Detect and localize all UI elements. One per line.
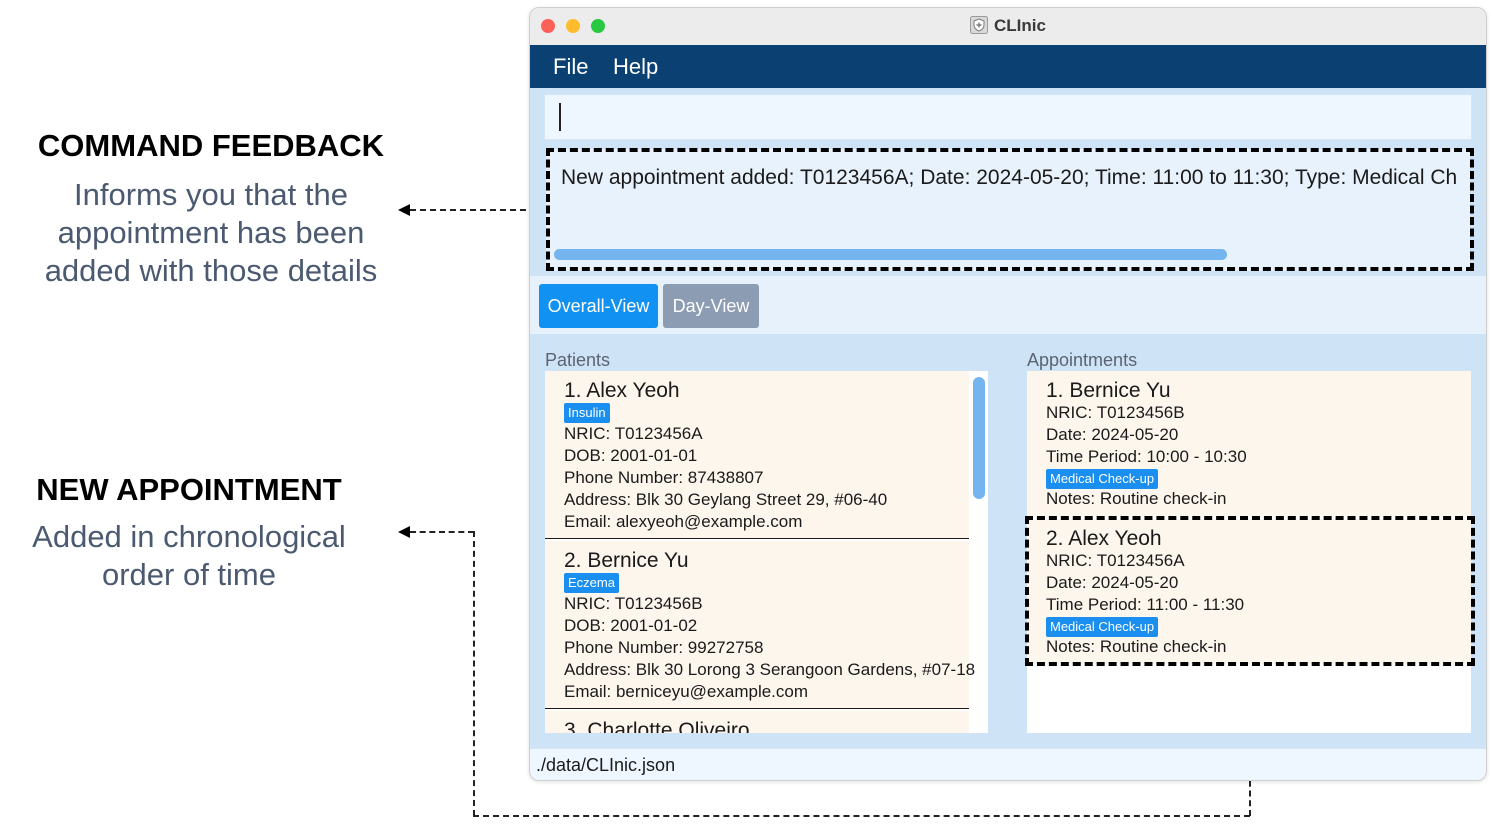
patient-card[interactable]: 2. Bernice Yu Eczema NRIC: T0123456B DOB…	[545, 541, 975, 709]
data-file-path: ./data/CLInic.json	[536, 755, 676, 775]
menu-bar: File Help	[530, 45, 1486, 88]
patients-panel-label: Patients	[545, 350, 611, 370]
patient-name: 2. Bernice Yu	[564, 549, 689, 572]
patients-list[interactable]: 1. Alex Yeoh Insulin NRIC: T0123456A DOB…	[545, 371, 988, 733]
appointment-nric: NRIC: T0123456B	[1046, 403, 1185, 422]
new-appointment-highlight-frame	[1025, 516, 1475, 666]
appointment-date: Date: 2024-05-20	[1046, 425, 1179, 444]
patient-phone: Phone Number: 87438807	[564, 468, 764, 487]
new-appt-connector-bottom	[473, 815, 1250, 817]
feedback-connector-line	[410, 209, 546, 211]
new-appointment-annotation-title: NEW APPOINTMENT	[36, 472, 342, 507]
new-appt-connector-top	[410, 531, 474, 533]
patient-tag: Insulin	[564, 403, 610, 423]
patient-dob: DOB: 2001-01-01	[564, 446, 698, 465]
menu-file[interactable]: File	[553, 54, 588, 80]
menu-help[interactable]: Help	[613, 54, 658, 80]
feedback-highlight-frame	[546, 148, 1474, 271]
status-bar: ./data/CLInic.json	[530, 748, 1486, 780]
feedback-annotation-description: Informs you that the appointment has bee…	[30, 176, 392, 290]
patient-email: Email: berniceyu@example.com	[564, 682, 809, 701]
appointment-time: Time Period: 10:00 - 10:30	[1046, 447, 1247, 466]
text-caret	[559, 103, 561, 131]
patient-address: Address: Blk 30 Lorong 3 Serangoon Garde…	[564, 660, 976, 679]
appointment-type-tag: Medical Check-up	[1046, 469, 1159, 489]
tab-overall-view[interactable]: Overall-View	[539, 284, 658, 328]
appointment-patient-name: 1. Bernice Yu	[1046, 379, 1171, 402]
patient-card[interactable]: 3. Charlotte Oliveiro	[545, 711, 969, 733]
tab-day-view[interactable]: Day-View	[663, 284, 759, 328]
feedback-desc-line: appointment has been	[57, 215, 365, 250]
patient-name: 3. Charlotte Oliveiro	[564, 719, 750, 733]
patient-nric: NRIC: T0123456B	[564, 594, 703, 613]
title-bar: CLInic	[530, 8, 1486, 46]
new-appt-desc-line: order of time	[101, 557, 276, 592]
patients-vertical-scrollbar[interactable]	[973, 377, 985, 499]
window-title-text: CLInic	[994, 16, 1046, 35]
new-appt-arrow-icon	[398, 526, 410, 538]
app-window: CLInic File Help New appointment added: …	[529, 7, 1487, 781]
feedback-desc-line: Informs you that the	[74, 177, 348, 212]
view-tabs-bar: Overall-View Day-View	[530, 276, 1486, 334]
new-appt-connector-left	[473, 531, 475, 816]
patient-dob: DOB: 2001-01-02	[564, 616, 698, 635]
patient-email: Email: alexyeoh@example.com	[564, 512, 803, 531]
appointment-notes: Notes: Routine check-in	[1046, 489, 1227, 508]
app-shield-icon	[970, 16, 989, 34]
command-input[interactable]	[544, 94, 1472, 140]
patient-address: Address: Blk 30 Geylang Street 29, #06-4…	[564, 490, 888, 509]
patient-nric: NRIC: T0123456A	[564, 424, 703, 443]
patient-name: 1. Alex Yeoh	[564, 379, 680, 402]
feedback-arrow-icon	[398, 204, 410, 216]
feedback-annotation-title: COMMAND FEEDBACK	[37, 128, 385, 163]
patient-phone: Phone Number: 99272758	[564, 638, 764, 657]
new-appt-desc-line: Added in chronological	[32, 519, 346, 554]
appointment-card[interactable]: 1. Bernice Yu NRIC: T0123456B Date: 2024…	[1027, 371, 1471, 516]
new-appointment-annotation-description: Added in chronological order of time	[20, 518, 358, 594]
window-title: CLInic	[530, 16, 1486, 36]
patient-tag: Eczema	[564, 573, 619, 593]
appointments-panel-label: Appointments	[1027, 350, 1138, 370]
patient-card[interactable]: 1. Alex Yeoh Insulin NRIC: T0123456A DOB…	[545, 371, 969, 539]
feedback-desc-line: added with those details	[44, 253, 378, 288]
